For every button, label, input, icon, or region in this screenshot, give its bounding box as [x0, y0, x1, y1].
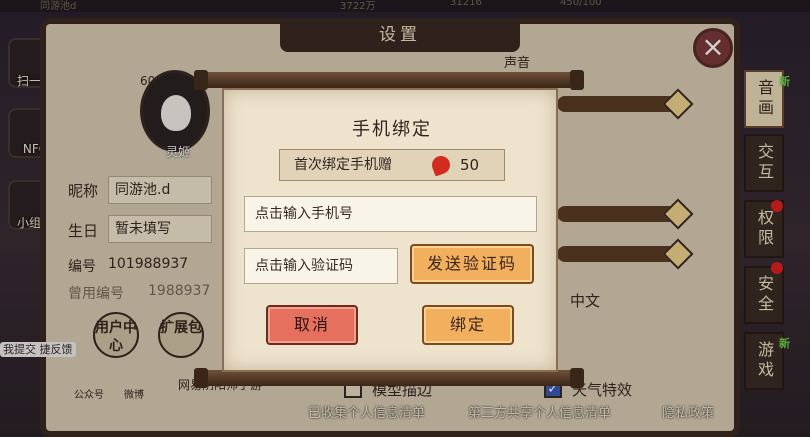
game-screen: 同游池d 3722万 31216 450/100 扫一扫 NFC 新 小组件 设…	[0, 0, 810, 437]
send-code-button[interactable]: 发送验证码	[410, 244, 534, 284]
rod-end	[570, 368, 584, 388]
scroll-top-rod	[194, 70, 584, 90]
phone-input[interactable]: 点击输入手机号	[244, 196, 537, 232]
magatama-icon	[429, 153, 453, 177]
rod-end	[194, 368, 208, 388]
reward-text: 首次绑定手机赠	[294, 157, 392, 173]
bind-button[interactable]: 绑定	[422, 305, 514, 345]
dialog-title: 手机绑定	[352, 119, 432, 140]
code-input[interactable]: 点击输入验证码	[244, 248, 398, 284]
cancel-button[interactable]: 取消	[266, 305, 358, 345]
bind-reward-banner: 首次绑定手机赠 50	[279, 149, 505, 181]
reward-amount: 50	[460, 156, 480, 174]
rod-end	[570, 70, 584, 90]
rod-end	[194, 70, 208, 90]
phone-bind-dialog: 手机绑定 首次绑定手机赠 50 点击输入手机号 点击输入验证码 发送验证码 取消…	[222, 88, 558, 372]
scroll-bottom-rod	[194, 368, 584, 388]
